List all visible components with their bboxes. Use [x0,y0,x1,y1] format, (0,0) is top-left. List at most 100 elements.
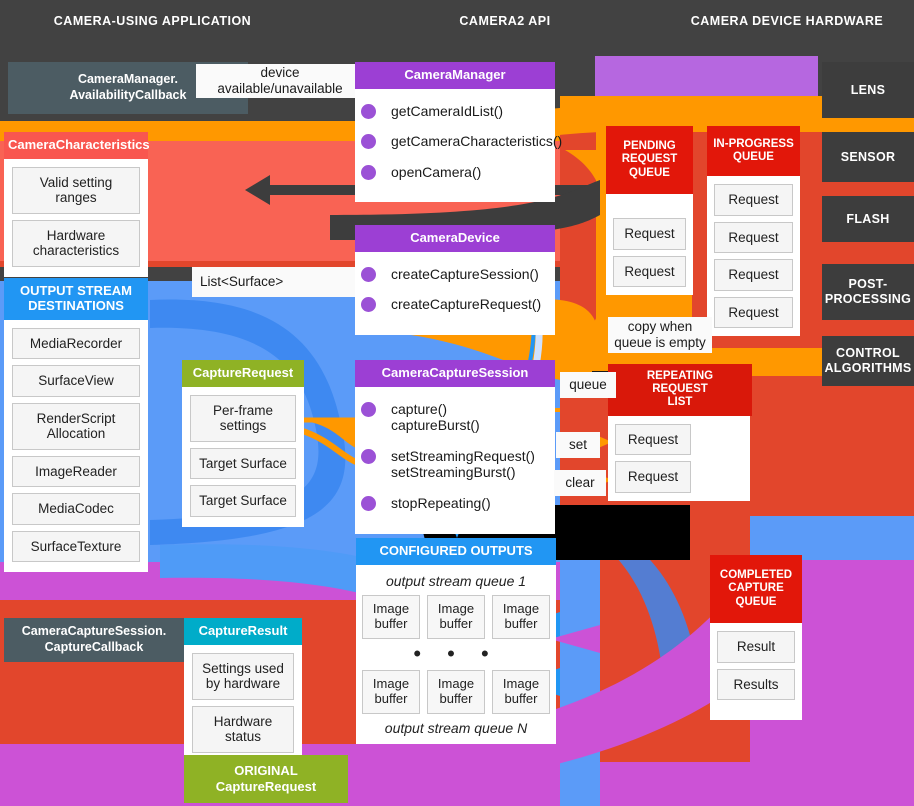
chip-per-frame-settings: Per-frame settings [190,394,296,442]
column-header-hardware: CAMERA DEVICE HARDWARE [690,14,884,28]
device-availability-tag: device available/unavailable [196,64,364,98]
method-createcapturesession[interactable]: createCaptureSession() [361,262,547,287]
completed-capture-queue-card: COMPLETED CAPTURE QUEUE Result Results [710,555,802,720]
camera-characteristics-title: CameraCharacteristics [4,132,150,159]
camera-capture-session-title: CameraCaptureSession [355,360,555,387]
availability-callback-label: CameraManager. AvailabilityCallback [69,72,187,102]
chip-target-surface-1: Target Surface [190,447,296,480]
hardware-block-flash: FLASH [822,196,914,242]
method-dot-icon [361,496,376,511]
image-buffer: Image buffer [362,594,420,639]
camera-manager-title: CameraManager [355,62,555,89]
bg-right-blue-2 [560,516,600,806]
in-progress-queue-title: IN-PROGRESS QUEUE [707,126,800,176]
set-label: set [568,437,587,453]
set-tag: set [556,432,600,458]
hardware-label-flash: FLASH [846,211,890,226]
image-buffer: Image buffer [492,594,550,639]
pending-request-queue-body: Request Request [606,194,693,295]
method-createcapturerequest[interactable]: createCaptureRequest() [361,292,547,317]
result-chip: Results [717,668,795,701]
chip-imagereader: ImageReader [12,455,140,488]
capture-request-card: CaptureRequest Per-frame settings Target… [182,360,304,527]
pending-request-queue-title: PENDING REQUEST QUEUE [606,126,693,194]
repeating-request-list-title: REPEATING REQUEST LIST [608,364,752,416]
result-chip: Result [717,631,795,663]
queue-label: queue [569,377,607,393]
request-chip: Request [714,259,793,291]
camera-capture-session-card: CameraCaptureSession capture() captureBu… [355,360,555,534]
method-getcameraidlist[interactable]: getCameraIdList() [361,99,547,124]
request-chip: Request [714,296,793,329]
camera-manager-card: CameraManager getCameraIdList() getCamer… [355,62,562,203]
output-stream-destinations-body: MediaRecorder SurfaceView RenderScript A… [4,320,148,573]
image-buffer-row-bottom: Image buffer Image buffer Image buffer [362,670,550,714]
chip-mediacodec: MediaCodec [12,493,140,525]
repeating-request-list-body: Request Request [608,416,698,501]
hardware-label-sensor: SENSOR [840,149,896,164]
clear-tag: clear [554,470,606,496]
output-stream-queue-1-label: output stream queue 1 [385,572,527,589]
chip-settings-used-by-hardware: Settings used by hardware [192,652,294,700]
camera-manager-methods: getCameraIdList() getCameraCharacteristi… [355,89,562,203]
output-stream-destinations-card: OUTPUT STREAM DESTINATIONS MediaRecorder… [4,278,148,573]
request-chip: Request [714,221,793,254]
chip-renderscript-allocation: RenderScript Allocation [12,402,140,450]
camera-characteristics-card: CameraCharacteristics Valid setting rang… [4,132,150,277]
request-chip: Request [615,461,691,493]
method-stoprepeating[interactable]: stopRepeating() [361,491,547,516]
chip-hardware-characteristics: Hardware characteristics [12,219,140,267]
clear-label: clear [565,475,595,491]
request-chip: Request [613,255,686,288]
camera-device-card: CameraDevice createCaptureSession() crea… [355,225,555,335]
hardware-block-lens: LENS [822,62,914,118]
method-opencamera[interactable]: openCamera() [361,160,547,185]
original-capture-request-label: ORIGINAL CaptureRequest [215,763,317,794]
method-setstreamingrequest-setstreamingburst[interactable]: setStreamingRequest() setStreamingBurst(… [361,444,547,485]
hardware-block-post-processing: POST- PROCESSING [822,264,914,320]
camera2-architecture-diagram: CAMERA-USING APPLICATION CAMERA2 API CAM… [0,0,914,806]
hardware-block-sensor: SENSOR [822,132,914,182]
request-chip: Request [714,184,793,216]
camera-capture-session-methods: capture() captureBurst() setStreamingReq… [355,387,555,534]
in-progress-queue-body: Request Request Request Request [707,176,800,336]
configured-outputs-body: output stream queue 1 Image buffer Image… [356,565,556,744]
capture-callback-block: CameraCaptureSession. CaptureCallback [4,618,184,662]
chip-surfacetexture: SurfaceTexture [12,530,140,563]
repeating-request-list-card: REPEATING REQUEST LIST Request Request [608,364,752,501]
in-progress-queue-card: IN-PROGRESS QUEUE Request Request Reques… [707,126,800,337]
method-capture-captureburst[interactable]: capture() captureBurst() [361,397,547,438]
image-buffer: Image buffer [427,594,485,639]
hardware-label-post-processing: POST- PROCESSING [824,277,912,306]
queue-tag: queue [560,372,616,398]
output-stream-destinations-title: OUTPUT STREAM DESTINATIONS [4,278,148,320]
image-buffer: Image buffer [492,670,550,714]
copy-when-queue-empty-label: copy when queue is empty [614,319,706,350]
column-header-api: CAMERA2 API [459,14,551,28]
camera-device-methods: createCaptureSession() createCaptureRequ… [355,252,555,335]
chip-valid-setting-ranges: Valid setting ranges [12,166,140,214]
completed-capture-queue-body: Result Results [710,623,802,708]
ellipsis-label: • • • [413,640,499,666]
method-dot-icon [361,103,376,119]
pending-request-queue-card: PENDING REQUEST QUEUE Request Request [606,126,693,296]
chip-hardware-status: Hardware status [192,705,294,753]
image-buffer: Image buffer [427,670,485,714]
chip-surfaceview: SurfaceView [12,365,140,397]
method-dot-icon [361,448,376,464]
capture-request-title: CaptureRequest [182,360,304,387]
request-chip: Request [615,423,691,456]
column-header-application: CAMERA-USING APPLICATION [53,14,252,28]
capture-result-body: Settings used by hardware Hardware statu… [184,645,302,763]
copy-when-queue-empty-tag: copy when queue is empty [608,317,712,353]
camera-device-title: CameraDevice [355,225,555,252]
configured-outputs-card: CONFIGURED OUTPUTS output stream queue 1… [356,538,556,744]
capture-result-card: CaptureResult Settings used by hardware … [184,618,302,763]
image-buffer-row-top: Image buffer Image buffer Image buffer [362,594,550,639]
output-stream-queue-n-label: output stream queue N [384,719,528,736]
method-getcameracharacteristics[interactable]: getCameraCharacteristics() [361,129,562,154]
list-surface-tag: List<Surface> [192,267,372,297]
header-band [0,0,914,56]
completed-capture-queue-title: COMPLETED CAPTURE QUEUE [710,555,802,623]
original-capture-request-block: ORIGINAL CaptureRequest [184,755,348,803]
